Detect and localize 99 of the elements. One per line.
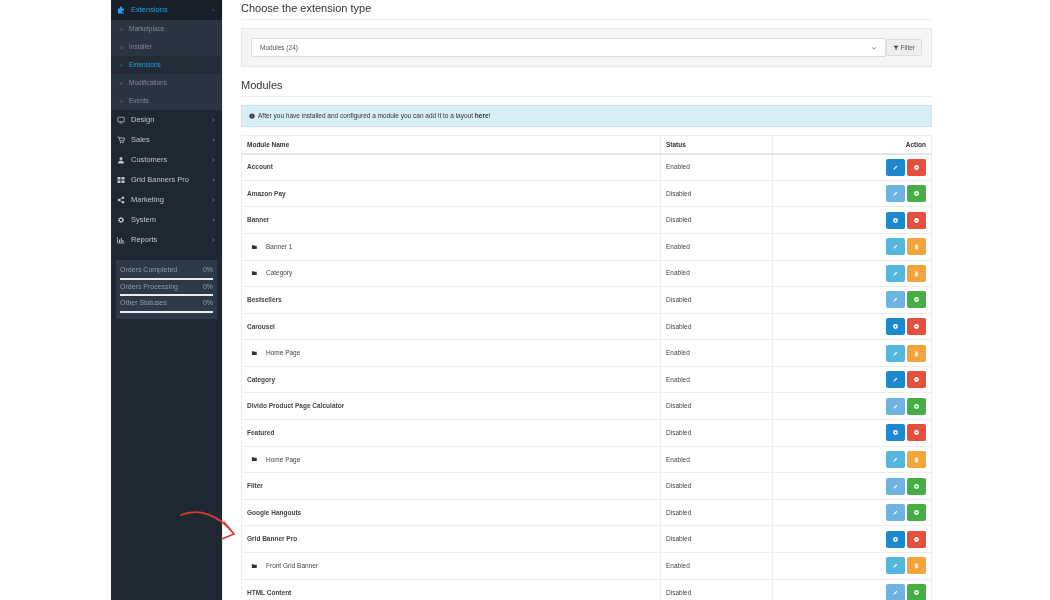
uninstall-button[interactable] xyxy=(907,158,926,176)
double-chevron-icon xyxy=(119,26,124,32)
pencil-icon xyxy=(892,482,899,490)
plus-icon xyxy=(913,402,920,410)
pencil-icon xyxy=(892,562,899,570)
chevron-icon xyxy=(211,137,216,143)
puzzle-icon xyxy=(117,6,125,14)
delete-button[interactable] xyxy=(907,344,926,362)
trash-icon xyxy=(913,269,920,277)
cart-icon xyxy=(117,136,125,144)
minus-icon xyxy=(913,429,920,437)
edit-button[interactable] xyxy=(886,158,905,176)
minus-icon xyxy=(913,216,920,224)
add-button[interactable] xyxy=(886,424,905,442)
double-chevron-icon xyxy=(119,98,124,104)
pencil-icon xyxy=(892,163,899,171)
pencil-icon xyxy=(892,349,899,357)
delete-button[interactable] xyxy=(907,557,926,575)
pencil-icon xyxy=(892,588,899,596)
user-icon xyxy=(117,156,125,164)
add-button[interactable] xyxy=(886,211,905,229)
pencil-icon xyxy=(892,402,899,410)
pencil-icon xyxy=(892,243,899,251)
edit-button[interactable] xyxy=(886,291,905,309)
edit-button[interactable] xyxy=(886,583,905,600)
uninstall-button[interactable] xyxy=(907,371,926,389)
plus-icon xyxy=(913,482,920,490)
delete-button[interactable] xyxy=(907,264,926,282)
install-button[interactable] xyxy=(907,291,926,309)
folder-icon xyxy=(251,456,258,463)
install-button[interactable] xyxy=(907,477,926,495)
edit-button[interactable] xyxy=(886,344,905,362)
chevron-icon xyxy=(211,117,216,123)
pencil-icon xyxy=(892,455,899,463)
install-button[interactable] xyxy=(907,583,926,600)
delete-button[interactable] xyxy=(907,238,926,256)
uninstall-button[interactable] xyxy=(907,318,926,335)
filter-icon xyxy=(892,44,899,51)
pencil-icon xyxy=(892,376,899,384)
edit-button[interactable] xyxy=(886,238,905,256)
info-icon xyxy=(249,113,255,120)
double-chevron-icon xyxy=(119,62,124,68)
trash-icon xyxy=(913,349,920,357)
chevron-icon xyxy=(211,217,216,223)
plus-icon xyxy=(892,429,899,437)
pencil-icon xyxy=(892,296,899,304)
minus-icon xyxy=(913,376,920,384)
pencil-icon xyxy=(892,509,899,517)
page-heading: Choose the extension type xyxy=(241,0,932,21)
chevron-icon xyxy=(211,157,216,163)
monitor-icon xyxy=(117,116,125,124)
double-chevron-icon xyxy=(119,80,124,86)
plus-icon xyxy=(892,216,899,224)
plus-icon xyxy=(913,509,920,517)
add-button[interactable] xyxy=(886,530,905,548)
uninstall-button[interactable] xyxy=(907,424,926,442)
minus-icon xyxy=(913,163,920,171)
folder-icon xyxy=(251,243,258,250)
section-heading: Modules xyxy=(241,77,932,98)
minus-icon xyxy=(913,535,920,543)
pencil-icon xyxy=(892,269,899,277)
install-button[interactable] xyxy=(907,185,926,202)
chevron-icon xyxy=(211,177,216,183)
folder-icon xyxy=(251,562,258,569)
bar-chart-icon xyxy=(117,236,125,244)
share-icon xyxy=(117,196,125,204)
plus-icon xyxy=(913,190,920,197)
chevron-icon xyxy=(211,237,216,243)
trash-icon xyxy=(913,455,920,463)
edit-button[interactable] xyxy=(886,397,905,415)
minus-icon xyxy=(913,323,920,330)
edit-button[interactable] xyxy=(886,477,905,495)
install-button[interactable] xyxy=(907,397,926,415)
uninstall-button[interactable] xyxy=(907,530,926,548)
plus-icon xyxy=(913,296,920,304)
delete-button[interactable] xyxy=(907,450,926,468)
edit-button[interactable] xyxy=(886,557,905,575)
edit-button[interactable] xyxy=(886,264,905,282)
uninstall-button[interactable] xyxy=(907,211,926,229)
chevron-icon xyxy=(211,197,216,203)
edit-button[interactable] xyxy=(886,504,905,522)
folder-icon xyxy=(251,270,258,277)
folder-icon xyxy=(251,350,258,357)
plus-icon xyxy=(913,588,920,596)
add-button[interactable] xyxy=(886,318,905,335)
grid-icon xyxy=(117,176,125,184)
plus-icon xyxy=(892,323,899,330)
install-button[interactable] xyxy=(907,504,926,522)
plus-icon xyxy=(892,535,899,543)
pencil-icon xyxy=(892,190,899,197)
trash-icon xyxy=(913,243,920,251)
edit-button[interactable] xyxy=(886,450,905,468)
caret-icon xyxy=(870,44,877,51)
trash-icon xyxy=(913,562,920,570)
edit-button[interactable] xyxy=(886,371,905,389)
chevron-icon xyxy=(211,7,216,13)
edit-button[interactable] xyxy=(886,185,905,202)
double-chevron-icon xyxy=(119,44,124,50)
gear-icon xyxy=(117,216,125,224)
